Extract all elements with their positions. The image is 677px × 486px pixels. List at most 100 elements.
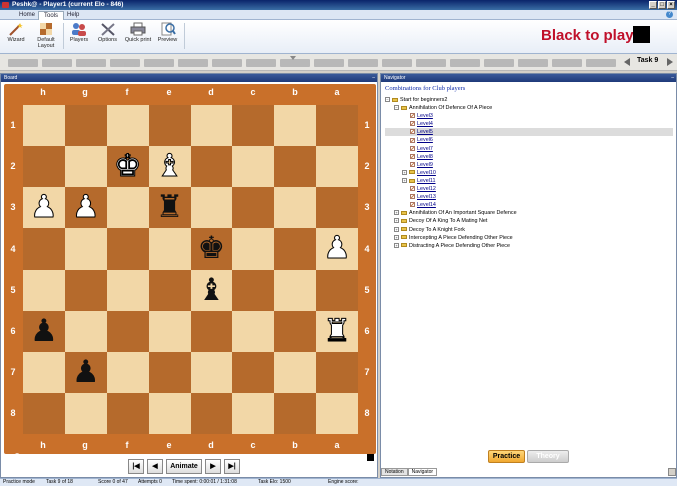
task-segment[interactable]: [76, 59, 106, 67]
task-segment[interactable]: [246, 59, 276, 67]
board-square[interactable]: [190, 187, 233, 229]
board-square[interactable]: [148, 269, 191, 311]
rotate-board-icon[interactable]: ⟲: [12, 452, 20, 463]
task-segment[interactable]: [42, 59, 72, 67]
task-segment-current[interactable]: [280, 59, 310, 67]
board-square[interactable]: [232, 228, 275, 270]
board-square[interactable]: [232, 392, 275, 434]
collapse-icon[interactable]: −: [385, 97, 390, 103]
collapse-icon[interactable]: −: [394, 105, 399, 111]
board-square[interactable]: [316, 187, 358, 229]
expand-icon[interactable]: +: [394, 242, 399, 248]
board-square[interactable]: [274, 310, 317, 352]
black-bishop[interactable]: ♝: [191, 270, 233, 311]
board-square[interactable]: [316, 146, 358, 188]
last-move-button[interactable]: ▶|: [224, 459, 240, 474]
board-square[interactable]: [148, 228, 191, 270]
white-pawn[interactable]: ♟: [316, 228, 358, 269]
board-square[interactable]: [106, 228, 149, 270]
board-square[interactable]: [274, 392, 317, 434]
tree-item[interactable]: Level7: [385, 145, 673, 153]
board-square[interactable]: [64, 228, 107, 270]
board-square[interactable]: [232, 105, 275, 147]
practice-button[interactable]: Practice: [488, 450, 525, 463]
tree-item[interactable]: − Start for beginners2: [385, 96, 673, 104]
task-segment[interactable]: [382, 59, 412, 67]
board-square[interactable]: [232, 146, 275, 188]
task-segment[interactable]: [348, 59, 378, 67]
black-king[interactable]: ♚: [191, 228, 233, 269]
board-square[interactable]: [232, 310, 275, 352]
expand-icon[interactable]: +: [394, 210, 399, 216]
board-square[interactable]: [190, 105, 233, 147]
tree-item[interactable]: Level14: [385, 201, 673, 209]
board-square[interactable]: [23, 392, 65, 434]
task-segment[interactable]: [144, 59, 174, 67]
tree-item-selected[interactable]: Level5: [385, 128, 673, 137]
board-square[interactable]: [64, 146, 107, 188]
task-segment[interactable]: [178, 59, 208, 67]
next-task-icon[interactable]: [667, 58, 673, 66]
board-square[interactable]: [106, 187, 149, 229]
board-square[interactable]: [232, 351, 275, 393]
task-segment[interactable]: [518, 59, 548, 67]
board-square[interactable]: [190, 146, 233, 188]
board-square[interactable]: [274, 269, 317, 311]
theory-button[interactable]: Theory: [527, 450, 569, 463]
board-square[interactable]: [316, 105, 358, 147]
tab-help[interactable]: Help: [62, 11, 84, 20]
board-square[interactable]: [232, 269, 275, 311]
board-square[interactable]: [148, 105, 191, 147]
tree-item[interactable]: + Level11: [385, 177, 673, 185]
expand-icon[interactable]: +: [394, 226, 399, 232]
board-square[interactable]: [64, 269, 107, 311]
task-segment[interactable]: [8, 59, 38, 67]
tree-item[interactable]: + Intercepting A Piece Defending Other Pi…: [385, 234, 673, 242]
tree-item[interactable]: + Level10: [385, 169, 673, 177]
board-square[interactable]: [316, 269, 358, 311]
players-button[interactable]: Players: [66, 21, 92, 51]
tree-item[interactable]: Level12: [385, 185, 673, 193]
board-square[interactable]: [106, 310, 149, 352]
board-square[interactable]: [148, 310, 191, 352]
tree-item[interactable]: Level9: [385, 161, 673, 169]
tab-home[interactable]: Home: [14, 11, 40, 20]
board-square[interactable]: [23, 146, 65, 188]
next-move-button[interactable]: ▶: [205, 459, 221, 474]
first-move-button[interactable]: |◀: [128, 459, 144, 474]
prev-move-button[interactable]: ◀: [147, 459, 163, 474]
board-square[interactable]: [316, 392, 358, 434]
board-square[interactable]: [274, 146, 317, 188]
options-button[interactable]: Options: [95, 21, 120, 51]
pane-close-icon[interactable]: –: [372, 74, 375, 82]
board-square[interactable]: [148, 351, 191, 393]
tree-item[interactable]: Level4: [385, 120, 673, 128]
board-square[interactable]: [274, 228, 317, 270]
white-rook[interactable]: ♜: [316, 311, 358, 352]
task-segment[interactable]: [586, 59, 616, 67]
tree-item[interactable]: Level13: [385, 193, 673, 201]
task-segment[interactable]: [552, 59, 582, 67]
tree-item[interactable]: Level8: [385, 153, 673, 161]
board-square[interactable]: [106, 105, 149, 147]
board-square[interactable]: [64, 392, 107, 434]
board-square[interactable]: [190, 310, 233, 352]
task-segment[interactable]: [450, 59, 480, 67]
black-pawn[interactable]: ♟: [65, 352, 107, 393]
board-square[interactable]: [106, 269, 149, 311]
tree-item[interactable]: + Decoy Of A King To A Mating Net: [385, 217, 673, 225]
task-segment[interactable]: [110, 59, 140, 67]
tree-item[interactable]: − Annihilation Of Defence Of A Piece: [385, 104, 673, 112]
board-square[interactable]: [23, 228, 65, 270]
board-square[interactable]: [23, 105, 65, 147]
board-square[interactable]: [64, 310, 107, 352]
tree-item[interactable]: + Decoy To A Knight Fork: [385, 226, 673, 234]
board-square[interactable]: [106, 392, 149, 434]
task-segment[interactable]: [484, 59, 514, 67]
board-square[interactable]: [274, 351, 317, 393]
board-square[interactable]: [316, 351, 358, 393]
quick-print-button[interactable]: Quick print: [123, 21, 153, 51]
board-square[interactable]: [64, 105, 107, 147]
help-icon[interactable]: ?: [666, 11, 673, 18]
board-square[interactable]: [190, 351, 233, 393]
